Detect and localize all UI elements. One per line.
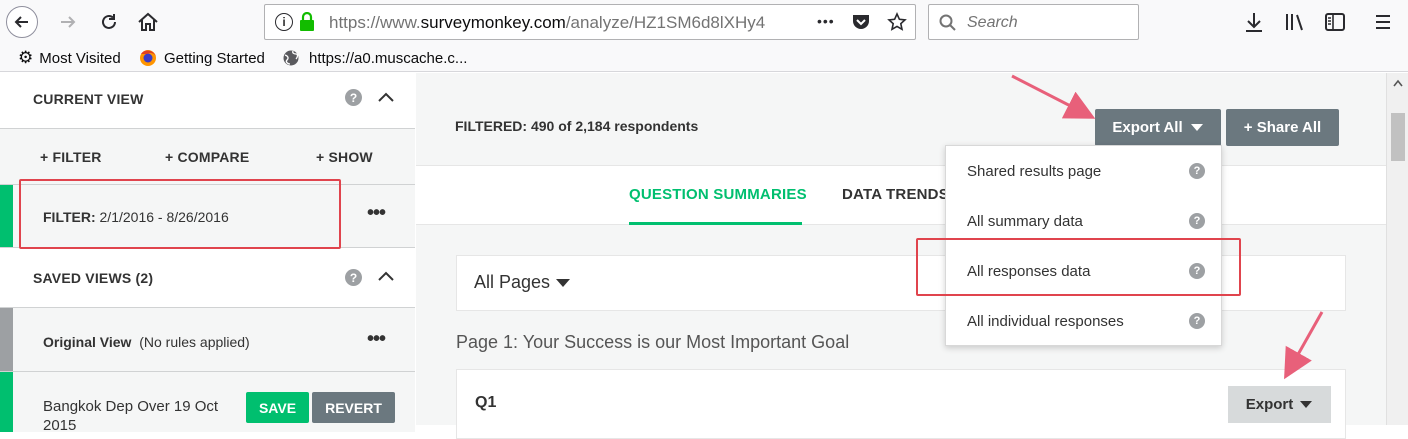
hamburger-menu-icon[interactable] xyxy=(1374,12,1392,32)
url-prefix: https://www. xyxy=(329,13,421,32)
add-show-button[interactable]: + SHOW xyxy=(316,149,373,165)
tab-question-summaries[interactable]: QUESTION SUMMARIES xyxy=(629,186,807,203)
reload-button[interactable] xyxy=(95,8,123,36)
filter-more-button[interactable]: ••• xyxy=(367,202,386,225)
saved-views-title: SAVED VIEWS (2) xyxy=(33,270,154,286)
question-number: Q1 xyxy=(475,394,497,411)
menu-item-shared-results[interactable]: Shared results page ? xyxy=(946,146,1223,196)
url-path: /analyze/HZ1SM6d8lXHy4 xyxy=(565,13,766,32)
revert-view-button[interactable]: REVERT xyxy=(312,392,395,423)
filtered-label: FILTERED: xyxy=(455,118,528,134)
annotation-highlight-filter xyxy=(19,179,341,249)
saved-view-name: Original View xyxy=(43,334,132,350)
bookmark-label: Most Visited xyxy=(39,49,121,67)
saved-views-header[interactable]: SAVED VIEWS (2) ? xyxy=(0,248,415,308)
saved-view-original[interactable]: Original View (No rules applied) ••• xyxy=(0,308,415,372)
bookmark-muscache[interactable]: https://a0.muscache.c... xyxy=(282,44,467,72)
caret-down-icon xyxy=(1300,401,1313,408)
export-all-label: Export All xyxy=(1112,119,1183,136)
page-select-value: All Pages xyxy=(474,272,551,292)
tab-bar: QUESTION SUMMARIES DATA TRENDS xyxy=(416,165,1386,225)
scroll-up-arrow-icon[interactable] xyxy=(1393,79,1403,87)
menu-item-label: Shared results page xyxy=(967,162,1102,180)
annotation-highlight-responses xyxy=(916,238,1241,296)
add-compare-button[interactable]: + COMPARE xyxy=(165,149,249,165)
url-text: https://www.surveymonkey.com/analyze/HZ1… xyxy=(329,13,809,33)
page-scrollbar[interactable] xyxy=(1386,73,1408,425)
active-view-indicator xyxy=(0,372,13,432)
view-actions-row: + FILTER + COMPARE + SHOW xyxy=(0,129,415,185)
back-button[interactable] xyxy=(6,6,38,38)
saved-view-text: Original View (No rules applied) xyxy=(43,334,250,350)
url-domain: surveymonkey.com xyxy=(420,13,566,32)
share-all-button[interactable]: + Share All xyxy=(1226,109,1339,146)
chevron-up-icon[interactable] xyxy=(377,90,395,104)
search-bar[interactable]: Search xyxy=(928,4,1139,40)
arrow-right-icon xyxy=(61,16,76,28)
address-bar[interactable]: i https://www.surveymonkey.com/analyze/H… xyxy=(264,4,916,40)
gear-icon: ⚙ xyxy=(18,48,34,67)
question-export-button[interactable]: Export xyxy=(1228,386,1331,423)
lock-icon xyxy=(300,12,314,31)
bookmark-label: Getting Started xyxy=(164,49,265,67)
caret-down-icon xyxy=(556,279,570,287)
firefox-icon xyxy=(140,50,156,66)
export-all-button[interactable]: Export All xyxy=(1095,109,1221,146)
saved-view-more-button[interactable]: ••• xyxy=(367,328,386,351)
globe-icon xyxy=(283,50,299,66)
help-icon[interactable]: ? xyxy=(1189,313,1205,329)
menu-item-individual-responses[interactable]: All individual responses ? xyxy=(946,296,1223,346)
menu-item-label: All summary data xyxy=(967,212,1083,230)
help-icon[interactable]: ? xyxy=(345,269,362,286)
add-filter-button[interactable]: + FILTER xyxy=(40,149,102,165)
bookmark-most-visited[interactable]: ⚙ Most Visited xyxy=(18,44,121,72)
sidebar-toggle-icon[interactable] xyxy=(1324,11,1346,33)
forward-button[interactable] xyxy=(54,8,82,36)
menu-item-label: All individual responses xyxy=(967,312,1124,330)
chevron-up-icon[interactable] xyxy=(377,269,395,283)
filtered-text: 490 of 2,184 respondents xyxy=(530,118,699,134)
bookmark-label: https://a0.muscache.c... xyxy=(309,49,468,67)
help-icon[interactable]: ? xyxy=(1189,213,1205,229)
scroll-thumb[interactable] xyxy=(1391,113,1405,161)
arrow-left-icon xyxy=(14,16,28,28)
current-view-header[interactable]: CURRENT VIEW ? xyxy=(0,73,415,129)
active-tab-underline xyxy=(629,222,802,225)
help-icon[interactable]: ? xyxy=(1189,163,1205,179)
pocket-icon[interactable] xyxy=(851,13,871,31)
help-icon[interactable]: ? xyxy=(345,89,362,106)
active-rule-indicator xyxy=(0,185,13,247)
bookmark-star-icon[interactable] xyxy=(887,12,907,32)
saved-view-custom[interactable]: Bangkok Dep Over 19 Oct 2015 SAVE REVERT xyxy=(0,372,415,434)
page-title: Page 1: Your Success is our Most Importa… xyxy=(456,332,850,352)
home-icon xyxy=(138,12,158,31)
browser-toolbar: i https://www.surveymonkey.com/analyze/H… xyxy=(0,0,1408,44)
filtered-count: FILTERED: 490 of 2,184 respondents xyxy=(455,118,698,134)
question-card: Q1 Export xyxy=(456,369,1346,439)
info-icon[interactable]: i xyxy=(275,13,293,31)
search-placeholder: Search xyxy=(967,14,1018,31)
saved-view-name: Bangkok Dep Over 19 Oct 2015 xyxy=(43,398,219,434)
download-icon[interactable] xyxy=(1244,11,1264,33)
library-icon[interactable] xyxy=(1284,11,1306,33)
reload-icon xyxy=(102,14,116,29)
save-view-button[interactable]: SAVE xyxy=(246,392,309,423)
bookmark-getting-started[interactable]: Getting Started xyxy=(138,44,265,72)
search-icon xyxy=(939,14,956,31)
export-label: Export xyxy=(1245,396,1294,413)
analyze-sidebar: CURRENT VIEW ? + FILTER + COMPARE + SHOW… xyxy=(0,73,415,434)
home-button[interactable] xyxy=(134,8,162,36)
page-actions-button[interactable]: ••• xyxy=(817,13,835,29)
view-indicator xyxy=(0,308,13,371)
saved-view-note: (No rules applied) xyxy=(139,334,250,350)
tab-data-trends[interactable]: DATA TRENDS xyxy=(842,186,949,203)
caret-down-icon xyxy=(1190,124,1203,131)
current-view-title: CURRENT VIEW xyxy=(33,91,144,107)
